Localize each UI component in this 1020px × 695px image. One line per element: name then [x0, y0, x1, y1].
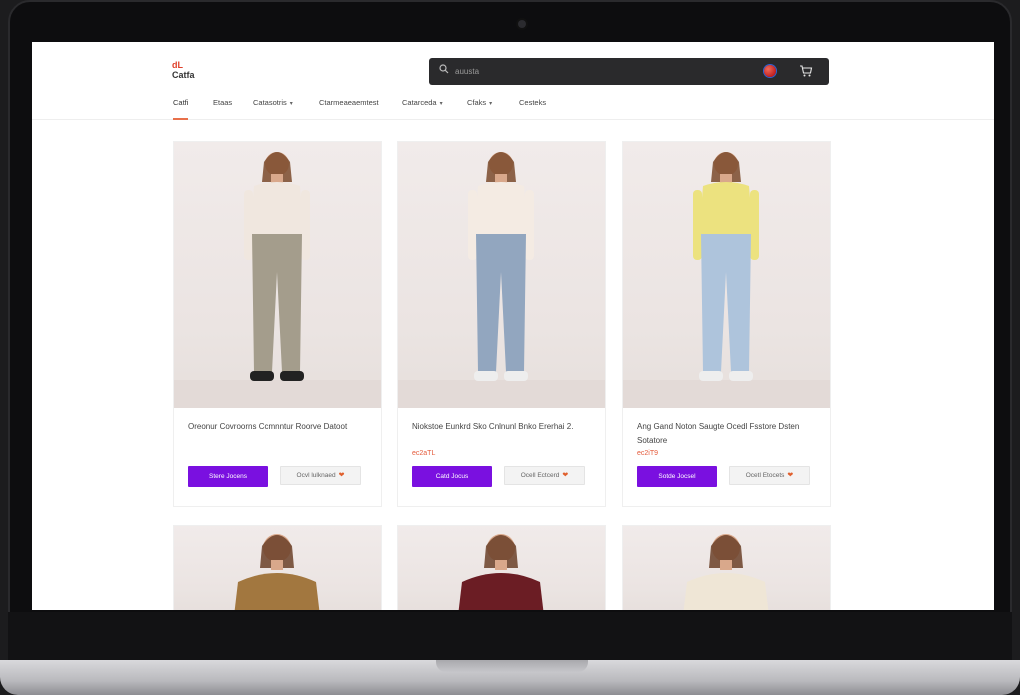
- webcam: [518, 20, 526, 28]
- product-image[interactable]: [623, 526, 830, 610]
- product-price: ec2aTL: [412, 450, 436, 457]
- nav-item-label: Catfi: [173, 98, 189, 107]
- product-title[interactable]: Ang Gand Noton Saugte Ocedl Fsstore Dste…: [637, 420, 822, 448]
- search-input[interactable]: [455, 63, 545, 79]
- wishlist-button[interactable]: Ocetl Etocets ❤: [729, 466, 810, 485]
- product-title[interactable]: Niokstoe Eunkrd Sko Cnlnunl Bnko Ererhai…: [412, 420, 597, 434]
- nav-item[interactable]: Etaas: [213, 98, 232, 112]
- product-card[interactable]: Niokstoe Eunkrd Sko Cnlnunl Bnko Ererhai…: [398, 142, 605, 506]
- product-image[interactable]: [174, 526, 381, 610]
- product-card[interactable]: Oreonur Covroorns Ccmnntur Roorve Datoot…: [174, 142, 381, 506]
- nav-item-label: Catarceda: [402, 98, 437, 107]
- wishlist-label: Ocvl lulknaed: [296, 472, 336, 479]
- product-image[interactable]: [174, 142, 381, 408]
- nav-item-label: Catasotris: [253, 98, 287, 107]
- nav-item[interactable]: Ctarmeaeaemtest: [319, 98, 379, 112]
- chevron-down-icon: ▾: [289, 101, 293, 107]
- logo-mark: dL: [172, 60, 183, 70]
- heart-icon: ❤: [562, 472, 569, 479]
- add-to-cart-button[interactable]: Stere Jocens: [188, 466, 268, 487]
- logo-text: Catfa: [172, 70, 195, 80]
- add-to-cart-label: Catd Jocus: [435, 473, 469, 480]
- add-to-cart-button[interactable]: Sotde Jocsel: [637, 466, 717, 487]
- nav-item[interactable]: Catfi: [173, 98, 189, 120]
- site-logo[interactable]: dL Catfa: [172, 60, 212, 80]
- product-card[interactable]: Ang Gand Noton Saugte Ocedl Fsstore Dste…: [623, 142, 830, 506]
- add-to-cart-label: Stere Jocens: [209, 473, 247, 480]
- nav-item[interactable]: Catarceda ▾: [402, 98, 443, 112]
- product-image[interactable]: [398, 142, 605, 408]
- product-image[interactable]: [398, 526, 605, 610]
- product-card[interactable]: [623, 526, 830, 610]
- product-price: ec2iT9: [637, 450, 659, 457]
- chevron-down-icon: ▾: [489, 101, 493, 107]
- wishlist-button[interactable]: Ocell Ectcerd ❤: [504, 466, 585, 485]
- laptop-notch: [436, 660, 588, 672]
- nav-item-label: Etaas: [213, 98, 233, 107]
- nav-item-label: Ctarmeaeaemtest: [319, 98, 379, 107]
- wishlist-label: Ocell Ectcerd: [520, 472, 560, 479]
- user-avatar[interactable]: [764, 65, 776, 77]
- heart-icon: ❤: [338, 472, 345, 479]
- site-header: dL Catfa CatfiEtaasCatasotris▾Ctarmeaeae…: [32, 42, 994, 120]
- product-title[interactable]: Oreonur Covroorns Ccmnntur Roorve Datoot: [188, 420, 373, 434]
- nav-item-label: Cesteks: [519, 98, 547, 107]
- laptop-chin: [8, 612, 1012, 660]
- add-to-cart-label: Sotde Jocsel: [658, 473, 696, 480]
- product-card[interactable]: [174, 526, 381, 610]
- add-to-cart-button[interactable]: Catd Jocus: [412, 466, 492, 487]
- search-icon[interactable]: [439, 64, 449, 74]
- chevron-down-icon: ▾: [439, 101, 443, 107]
- cart-icon[interactable]: [799, 64, 813, 78]
- product-image[interactable]: [623, 142, 830, 408]
- nav-item[interactable]: Catasotris ▾: [253, 98, 293, 112]
- wishlist-button[interactable]: Ocvl lulknaed ❤: [280, 466, 361, 485]
- wishlist-label: Ocetl Etocets: [745, 472, 785, 479]
- search-bar: [429, 58, 829, 85]
- heart-icon: ❤: [787, 472, 794, 479]
- nav-item[interactable]: Cesteks: [519, 98, 546, 112]
- product-card[interactable]: [398, 526, 605, 610]
- browser-screen: dL Catfa CatfiEtaasCatasotris▾Ctarmeaeae…: [32, 42, 994, 610]
- nav-item-label: Cfaks: [467, 98, 487, 107]
- nav-item[interactable]: Cfaks ▾: [467, 98, 492, 112]
